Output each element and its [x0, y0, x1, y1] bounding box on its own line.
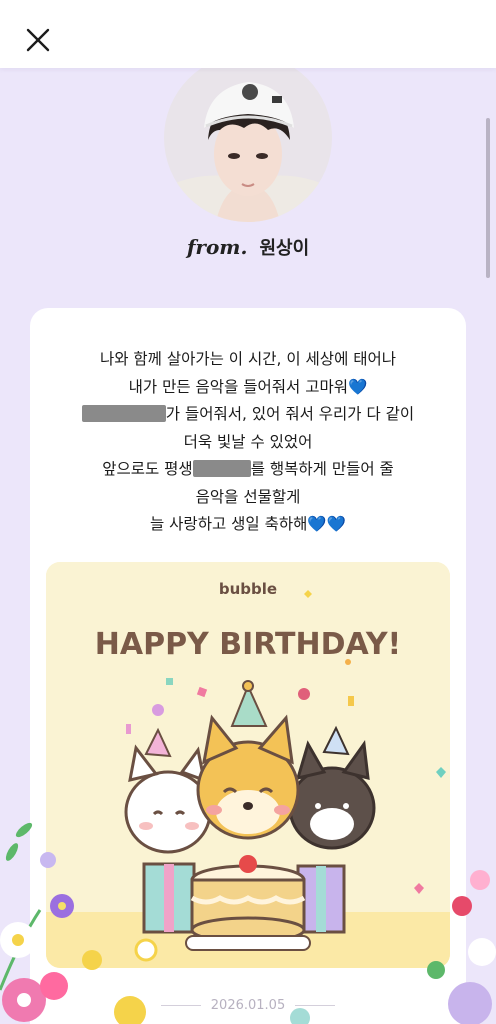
avatar-photo: [164, 68, 332, 222]
redacted-text: [81, 405, 166, 422]
divider: [295, 1005, 336, 1006]
message-line: 가 들어줘서, 있어 줘서 우리가 다 같이: [30, 401, 466, 429]
close-button[interactable]: [20, 22, 56, 58]
date-footer: 2026.01.05: [0, 998, 496, 1013]
message-line: 더욱 빛날 수 있었어: [183, 432, 313, 451]
sender-name: 원상이: [259, 238, 310, 259]
top-bar: [0, 0, 496, 68]
brand-logo: bubble: [219, 580, 277, 598]
heart-icon: 💙: [348, 377, 368, 396]
avatar[interactable]: [164, 68, 332, 222]
message-line: 내가 만든 음악을 들어줘서 고마워💙: [128, 377, 368, 396]
sender-line: from. 원상이: [0, 234, 496, 260]
message-line: 늘 사랑하고 생일 축하해💙💙: [149, 515, 346, 533]
birthday-card-image[interactable]: bubble HAPPY BIRTHDAY!: [46, 562, 450, 968]
message-line: 앞으로도 평생 를 행복하게 만들어 줄: [102, 460, 394, 478]
divider: [160, 1005, 201, 1006]
from-label: from.: [186, 235, 248, 259]
date-text: 2026.01.05: [210, 998, 286, 1013]
headline: HAPPY BIRTHDAY!: [95, 627, 401, 662]
letter-message: 나와 함께 살아가는 이 시간, 이 세상에 태어나 내가 만든 음악을 들어줘…: [30, 346, 466, 539]
redacted-text: [192, 460, 251, 477]
message-line: 나와 함께 살아가는 이 시간, 이 세상에 태어나: [99, 350, 397, 368]
birthday-illustration: bubble HAPPY BIRTHDAY!: [46, 562, 450, 968]
heart-icon: 💙: [307, 515, 327, 533]
close-icon: [26, 28, 50, 52]
message-line: 음악을 선물할게: [195, 487, 301, 506]
scrollbar[interactable]: [486, 118, 490, 278]
heart-icon: 💙: [326, 515, 346, 533]
